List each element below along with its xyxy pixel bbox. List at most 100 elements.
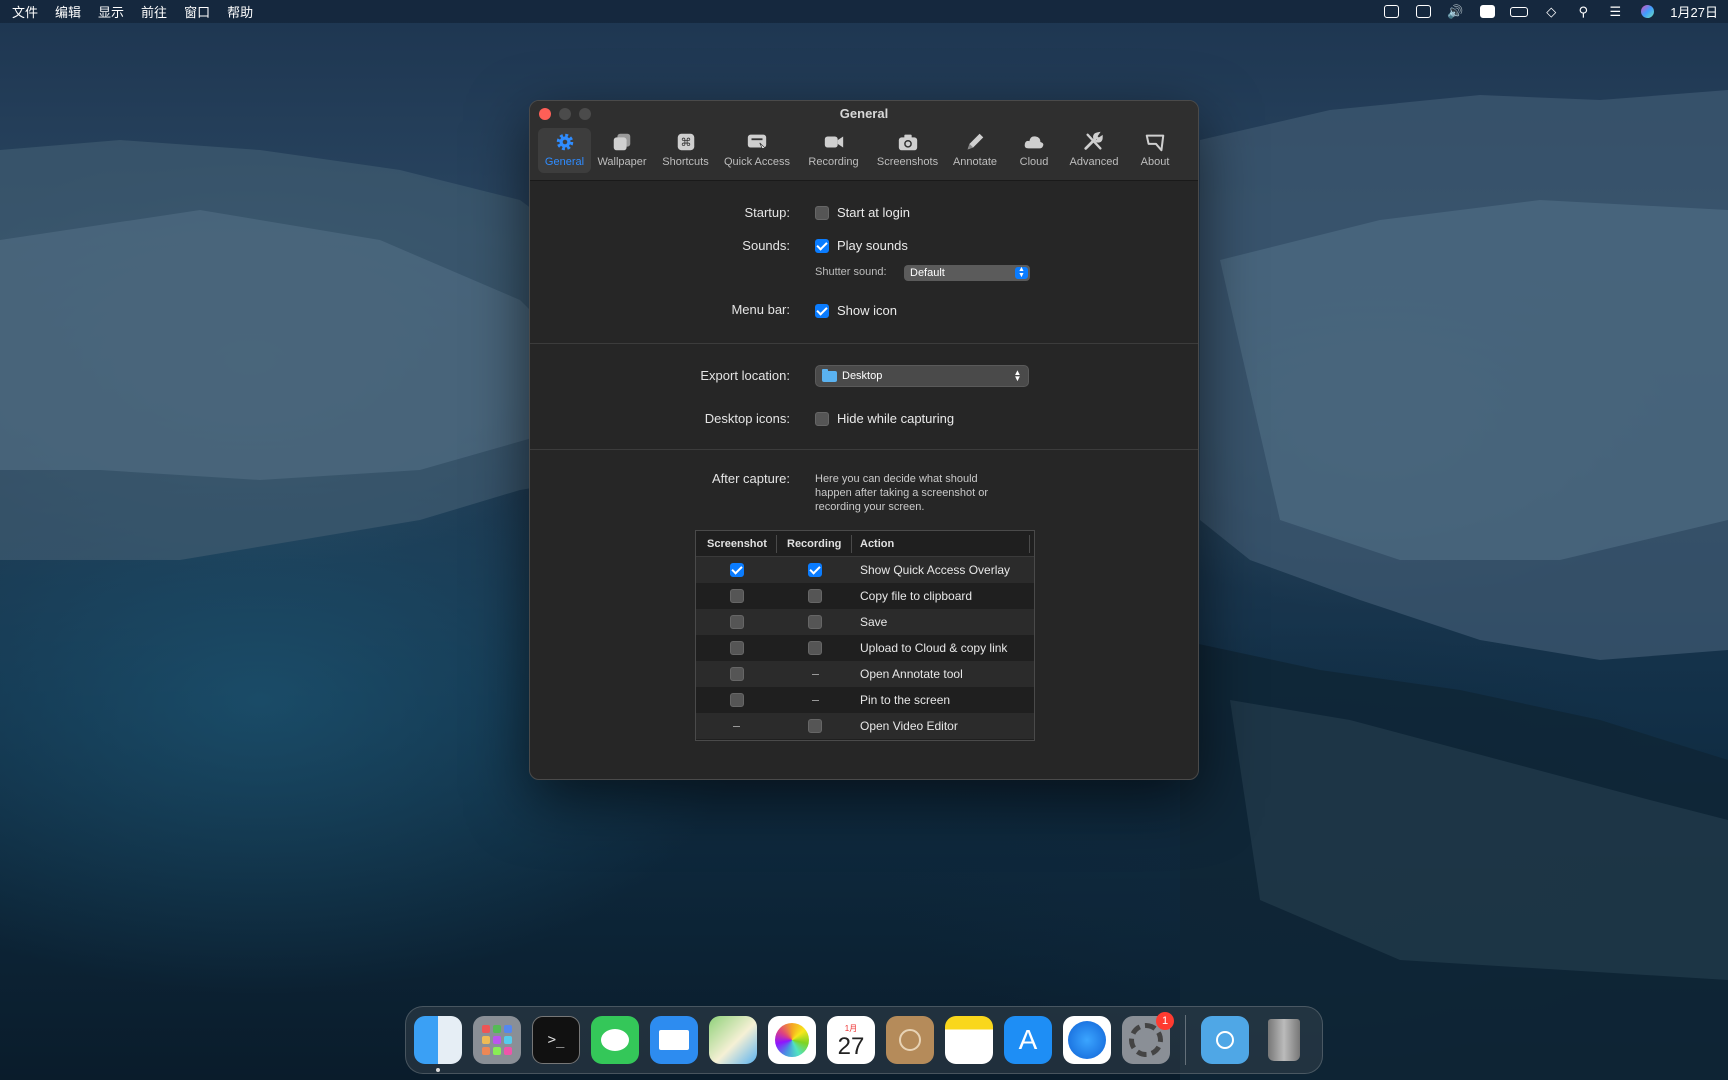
recording-cell xyxy=(777,641,853,655)
command-icon: ⌘ xyxy=(677,133,694,151)
tab-wallpaper[interactable]: Wallpaper xyxy=(591,128,653,173)
menu-view[interactable]: 显示 xyxy=(92,2,135,21)
safari-icon[interactable] xyxy=(1063,1016,1111,1064)
table-row: Save xyxy=(696,609,1034,635)
app-menu: 文件 编辑 显示 前往 窗口 帮助 xyxy=(6,2,264,21)
tab-shortcuts[interactable]: ⌘ Shortcuts xyxy=(653,128,718,173)
export-location-select[interactable]: Desktop ▲ ▼ xyxy=(815,365,1029,387)
recording-cell xyxy=(777,699,853,701)
tab-general[interactable]: General xyxy=(538,128,591,173)
sounds-label: Sounds: xyxy=(742,238,790,253)
photos-icon[interactable] xyxy=(768,1016,816,1064)
action-label: Pin to the screen xyxy=(860,693,951,707)
start-at-login-checkbox[interactable] xyxy=(815,205,829,220)
video-camera-icon xyxy=(824,136,843,148)
battery-icon[interactable] xyxy=(1510,5,1529,19)
app-store-icon[interactable]: A xyxy=(1004,1016,1052,1064)
screenshot-checkbox[interactable] xyxy=(729,615,744,629)
notes-icon[interactable] xyxy=(945,1016,993,1064)
recording-checkbox[interactable] xyxy=(808,615,822,629)
column-screenshot[interactable]: Screenshot xyxy=(696,534,777,553)
menu-go[interactable]: 前往 xyxy=(135,2,178,21)
column-recording[interactable]: Recording xyxy=(777,534,852,553)
show-icon-label: Show icon xyxy=(837,303,897,318)
column-action[interactable]: Action xyxy=(852,534,1030,553)
preferences-window: General General Wallpaper ⌘ Shortcuts Qu… xyxy=(529,100,1199,780)
screenshot-checkbox[interactable] xyxy=(729,563,744,577)
app-s-icon[interactable] xyxy=(1478,5,1496,19)
unavailable-dash xyxy=(811,673,819,675)
trash-icon[interactable] xyxy=(1260,1016,1308,1064)
start-at-login-label: Start at login xyxy=(837,205,910,220)
recording-checkbox[interactable] xyxy=(808,589,822,603)
recording-checkbox[interactable] xyxy=(808,641,822,655)
section-divider xyxy=(530,449,1198,450)
calendar-icon[interactable]: 1月 27 xyxy=(827,1016,875,1064)
menu-bar: 文件 编辑 显示 前往 窗口 帮助 🔊 ◇ ⚲ ☰ 1月27日 xyxy=(0,0,1728,23)
menubar-label: Menu bar: xyxy=(731,302,790,317)
dock: >_ 1月 27 A 1 xyxy=(405,1006,1323,1074)
recording-cell xyxy=(777,719,853,733)
play-sounds-checkbox[interactable] xyxy=(815,238,829,253)
screenshot-checkbox[interactable] xyxy=(729,589,744,603)
messages-icon[interactable] xyxy=(591,1016,639,1064)
recording-checkbox[interactable] xyxy=(808,719,822,733)
recording-cell xyxy=(777,615,853,629)
menu-window[interactable]: 窗口 xyxy=(178,2,221,21)
table-header: Screenshot Recording Action xyxy=(696,531,1034,557)
contacts-icon[interactable] xyxy=(886,1016,934,1064)
screenshot-cell xyxy=(696,667,777,681)
mail-icon[interactable] xyxy=(650,1016,698,1064)
tab-quick-access[interactable]: Quick Access xyxy=(718,128,796,173)
terminal-icon[interactable]: >_ xyxy=(532,1016,580,1064)
screenshot-cell xyxy=(696,615,777,629)
control-center-icon[interactable]: ☰ xyxy=(1606,4,1624,19)
camera-icon xyxy=(898,134,917,151)
downloads-folder-icon[interactable] xyxy=(1201,1016,1249,1064)
tab-advanced[interactable]: Advanced xyxy=(1062,128,1126,173)
system-preferences-icon[interactable]: 1 xyxy=(1122,1012,1174,1064)
tab-cloud[interactable]: Cloud xyxy=(1006,128,1062,173)
shutter-sound-select[interactable]: Default ▲ ▼ xyxy=(904,265,1030,281)
cleanshot-menu-icon[interactable] xyxy=(1382,5,1400,19)
play-sounds-row: Play sounds xyxy=(815,238,908,253)
screenshot-checkbox[interactable] xyxy=(729,667,744,681)
calendar-day: 27 xyxy=(837,1032,865,1060)
action-label: Show Quick Access Overlay xyxy=(860,563,1011,577)
tab-recording[interactable]: Recording xyxy=(796,128,871,173)
wrench-icon xyxy=(1084,131,1103,150)
recording-checkbox[interactable] xyxy=(808,563,822,577)
screenshot-cell xyxy=(696,725,777,727)
action-label: Upload to Cloud & copy link xyxy=(860,641,1008,655)
general-pane: Startup: Start at login Sounds: Play sou… xyxy=(530,181,1198,779)
show-icon-checkbox[interactable] xyxy=(815,303,829,318)
spotlight-search-icon[interactable]: ⚲ xyxy=(1574,4,1592,19)
screenshot-checkbox[interactable] xyxy=(729,693,744,707)
about-icon xyxy=(1145,134,1165,152)
wallpaper-icon xyxy=(613,133,631,151)
input-method-icon[interactable] xyxy=(1414,5,1432,19)
screenshot-cell xyxy=(696,641,777,655)
hide-while-capturing-row: Hide while capturing xyxy=(815,411,954,426)
menu-file[interactable]: 文件 xyxy=(6,2,49,21)
svg-text:⌘: ⌘ xyxy=(680,136,691,149)
maps-icon[interactable] xyxy=(709,1016,757,1064)
export-location-label: Export location: xyxy=(700,368,790,383)
launchpad-icon[interactable] xyxy=(473,1016,521,1064)
gear-icon xyxy=(556,133,573,151)
screenshot-checkbox[interactable] xyxy=(729,641,744,655)
menu-help[interactable]: 帮助 xyxy=(221,2,264,21)
volume-icon[interactable]: 🔊 xyxy=(1446,4,1464,19)
folder-icon xyxy=(822,368,837,382)
tab-about[interactable]: About xyxy=(1126,128,1184,173)
finder-icon[interactable] xyxy=(414,1016,462,1072)
hide-while-capturing-checkbox[interactable] xyxy=(815,411,829,426)
siri-icon[interactable] xyxy=(1638,5,1656,19)
cloud-icon xyxy=(1024,136,1044,149)
tab-screenshots[interactable]: Screenshots xyxy=(871,128,944,173)
menu-edit[interactable]: 编辑 xyxy=(49,2,92,21)
recording-cell xyxy=(777,673,853,675)
wifi-icon[interactable]: ◇ xyxy=(1542,4,1560,19)
menu-clock[interactable]: 1月27日 xyxy=(1670,2,1718,21)
tab-annotate[interactable]: Annotate xyxy=(944,128,1006,173)
